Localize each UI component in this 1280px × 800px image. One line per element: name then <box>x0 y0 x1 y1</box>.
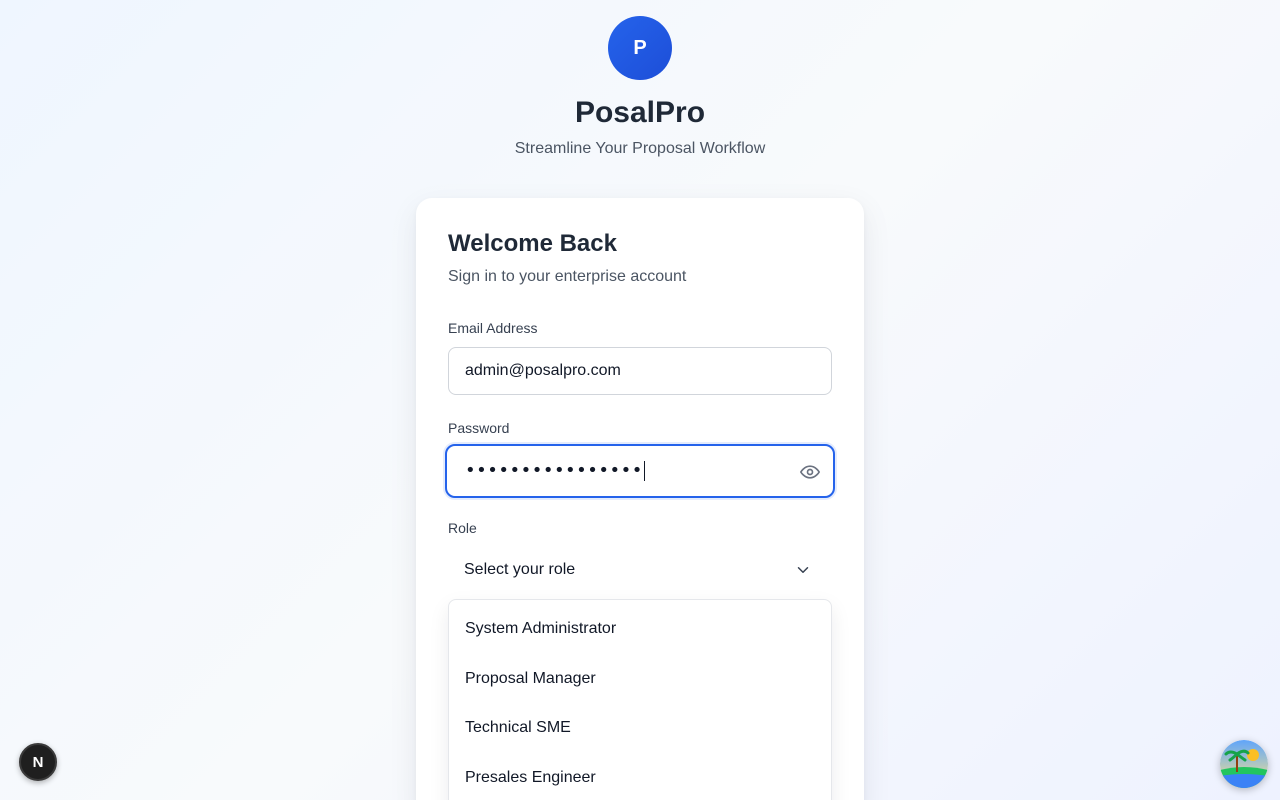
app-tagline: Streamline Your Proposal Workflow <box>514 140 766 157</box>
role-select-value: Select your role <box>464 561 576 578</box>
role-option-system-administrator[interactable]: System Administrator <box>449 604 831 654</box>
app-title: PosalPro <box>574 96 706 129</box>
password-field[interactable]: •••••••••••••••• <box>445 444 835 498</box>
logo-letter: P <box>633 36 647 59</box>
password-value: •••••••••••••••• <box>465 460 645 481</box>
role-option-technical-sme[interactable]: Technical SME <box>449 703 831 753</box>
text-caret <box>643 461 645 481</box>
nextjs-dev-indicator[interactable]: N <box>19 743 57 781</box>
brand-header: P PosalPro Streamline Your Proposal Work… <box>0 16 1280 158</box>
role-option-presales-engineer[interactable]: Presales Engineer <box>449 753 831 800</box>
role-label: Role <box>448 520 477 536</box>
role-option-proposal-manager[interactable]: Proposal Manager <box>449 654 831 704</box>
n-badge-letter: N <box>32 753 44 771</box>
password-label: Password <box>448 420 510 436</box>
card-title: Welcome Back <box>448 230 617 257</box>
email-label: Email Address <box>448 320 538 336</box>
beach-widget-icon[interactable] <box>1220 740 1268 788</box>
chevron-down-icon <box>794 561 812 579</box>
app-logo: P <box>608 16 672 80</box>
email-field[interactable] <box>448 347 832 395</box>
role-dropdown-menu: System Administrator Proposal Manager Te… <box>448 599 832 800</box>
eye-icon[interactable] <box>799 461 821 483</box>
role-select[interactable]: Select your role <box>448 546 832 594</box>
password-dots: •••••••••••••••• <box>465 460 643 481</box>
card-subtitle: Sign in to your enterprise account <box>448 268 687 285</box>
